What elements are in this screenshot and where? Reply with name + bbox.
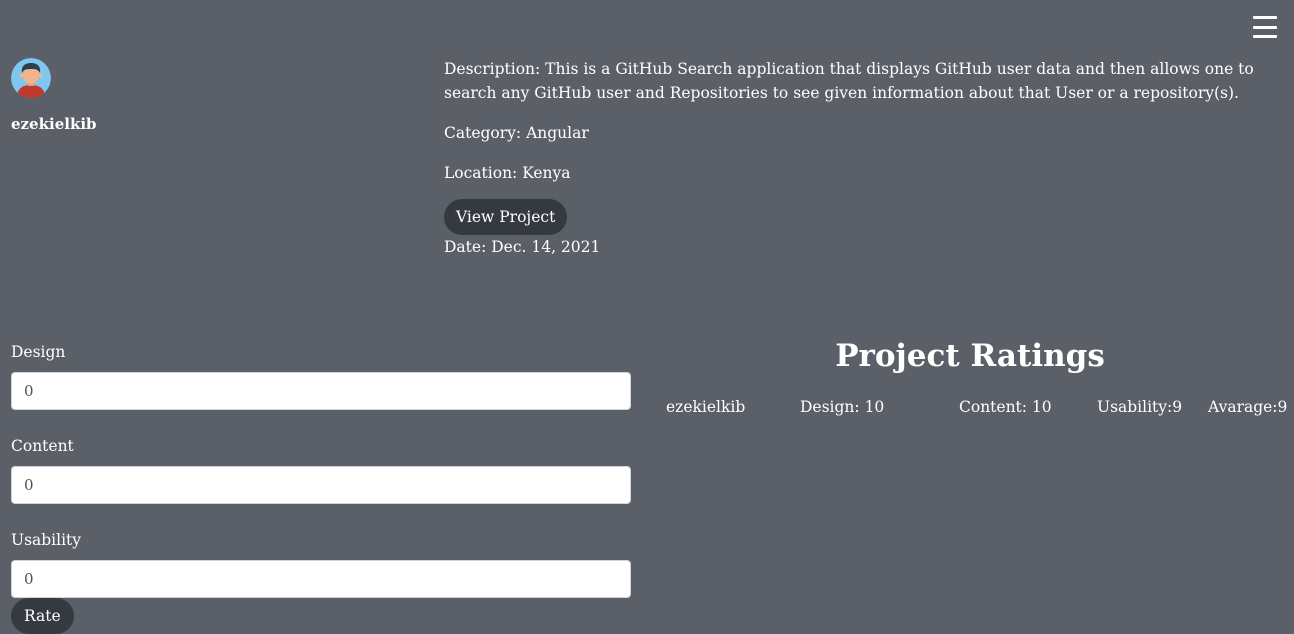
menu-toggle-button[interactable] <box>1252 12 1278 42</box>
content-input[interactable] <box>11 466 631 504</box>
content-label: Content <box>11 437 74 455</box>
design-label: Design <box>11 343 66 361</box>
project-date: Date: Dec. 14, 2021 <box>444 238 601 256</box>
rating-form: Design Content Usability Rate <box>11 340 631 634</box>
view-project-button[interactable]: View Project <box>444 199 568 235</box>
project-location: Location: Kenya <box>444 164 571 182</box>
project-description: Description: This is a GitHub Search app… <box>444 60 1254 102</box>
usability-label: Usability <box>11 531 82 549</box>
profile-username: ezekielkib <box>11 115 97 133</box>
rating-content: Content: 10 <box>959 398 1052 416</box>
ratings-title: Project Ratings <box>835 338 1105 374</box>
rating-average: Avarage:9 <box>1208 398 1288 416</box>
rate-button[interactable]: Rate <box>11 598 74 634</box>
rating-user: ezekielkib <box>666 398 746 416</box>
project-details: Description: This is a GitHub Search app… <box>444 57 1264 259</box>
hamburger-menu-icon <box>1253 16 1277 38</box>
design-input[interactable] <box>11 372 631 410</box>
user-avatar-icon <box>11 58 51 98</box>
avatar <box>11 58 51 98</box>
rating-design: Design: 10 <box>800 398 885 416</box>
project-category: Category: Angular <box>444 124 589 142</box>
rating-usability: Usability:9 <box>1097 398 1183 416</box>
usability-input[interactable] <box>11 560 631 598</box>
